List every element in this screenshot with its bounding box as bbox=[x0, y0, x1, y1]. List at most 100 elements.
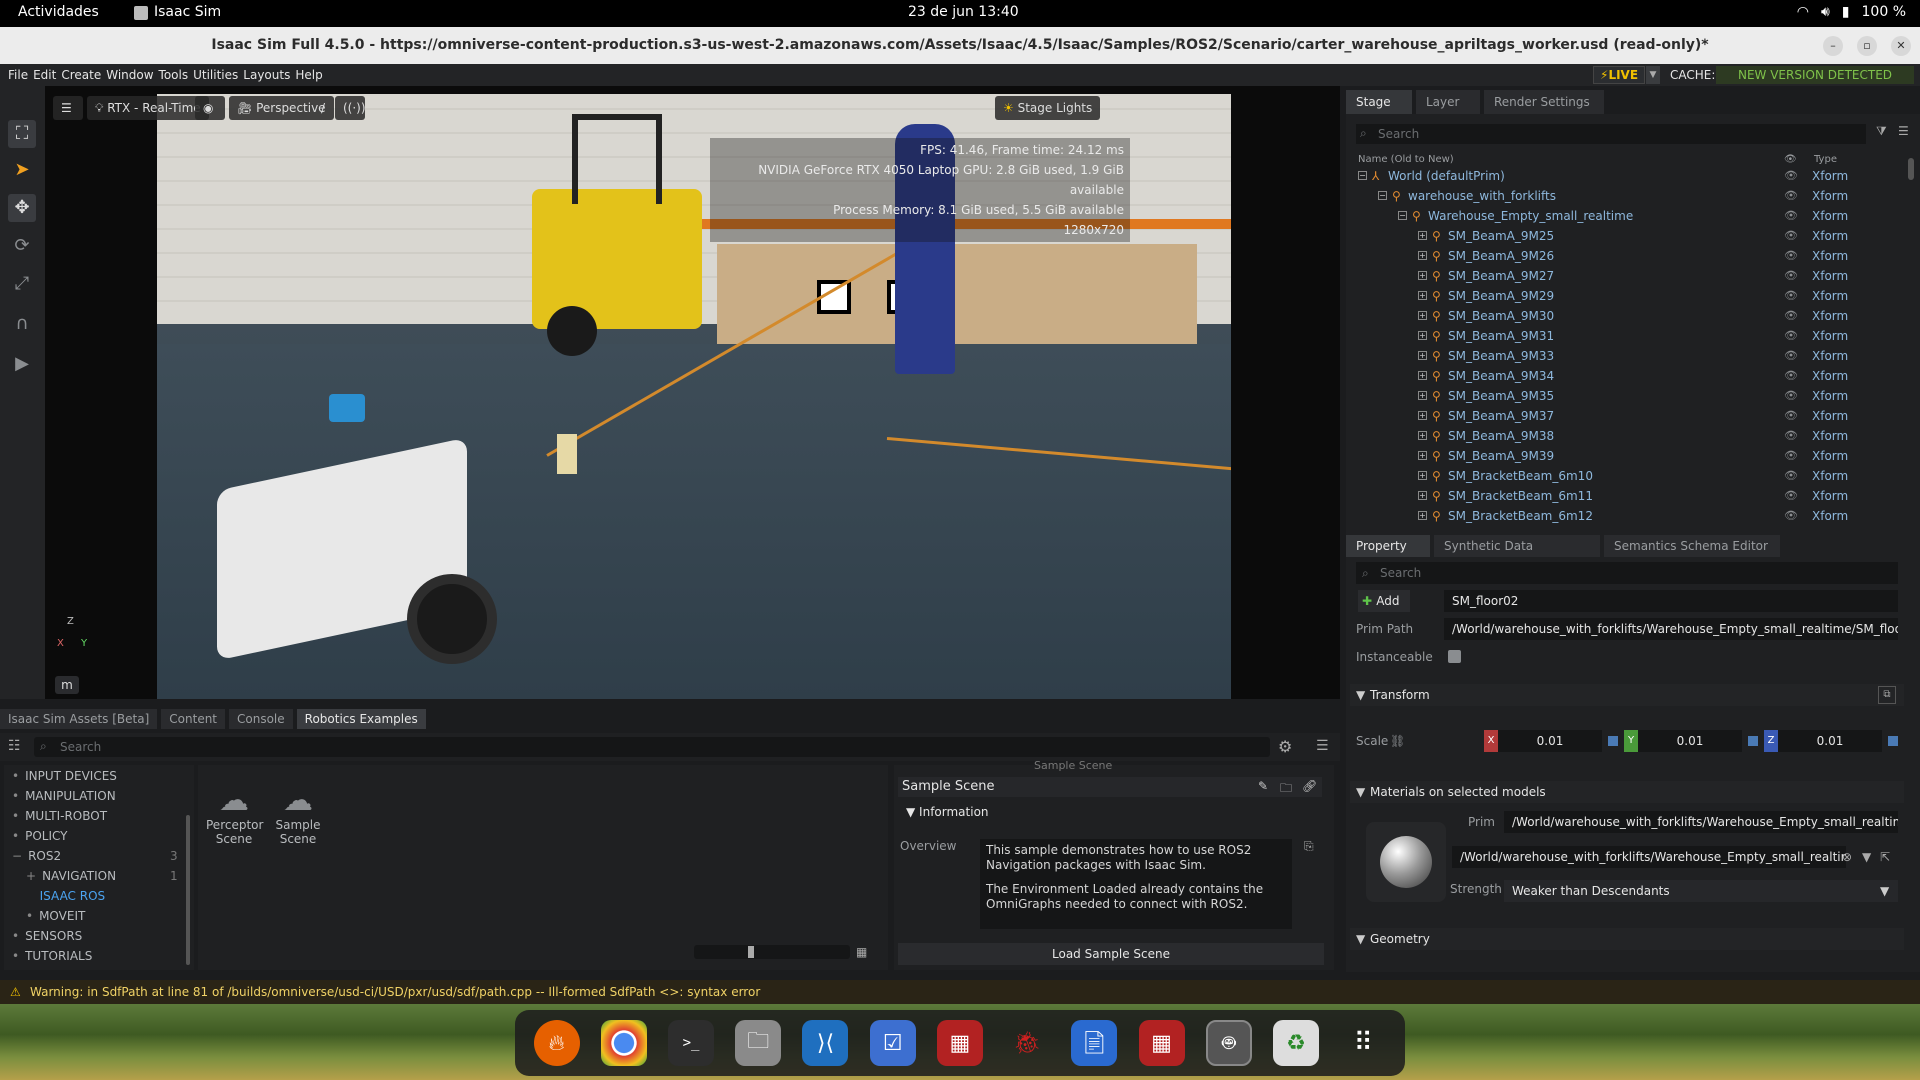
grid-view-icon[interactable]: ▦ bbox=[856, 945, 867, 959]
tab-semantics-schema-editor[interactable]: Semantics Schema Editor bbox=[1604, 535, 1780, 557]
tree-expander-icon[interactable]: • bbox=[12, 809, 19, 823]
scale-z-key[interactable] bbox=[1888, 736, 1898, 746]
activities-button[interactable]: Actividades bbox=[18, 4, 99, 20]
visibility-eye-icon[interactable]: 👁︎ bbox=[1784, 446, 1798, 466]
tasks-icon[interactable]: ☑ bbox=[869, 1020, 916, 1066]
stage-col-name[interactable]: Name (Old to New) bbox=[1358, 154, 1454, 165]
transform-section[interactable]: Transform bbox=[1350, 684, 1904, 706]
expand-toggle-icon[interactable]: + bbox=[1418, 471, 1427, 480]
expand-toggle-icon[interactable]: + bbox=[1418, 331, 1427, 340]
scale-x-key[interactable] bbox=[1608, 736, 1618, 746]
visibility-eye-icon[interactable]: 👁︎ bbox=[1784, 406, 1798, 426]
stage-row[interactable]: + ⚲ SM_BracketBeam_6m10 👁︎ Xform bbox=[1352, 466, 1908, 486]
stage-row[interactable]: + ⚲ SM_BeamA_9M35 👁︎ Xform bbox=[1352, 386, 1908, 406]
render-mode-button[interactable]: 💡︎ RTX - Real-Time bbox=[87, 96, 209, 120]
materials-section[interactable]: Materials on selected models bbox=[1350, 781, 1904, 803]
scale-x-field[interactable]: 0.01 bbox=[1498, 730, 1602, 752]
tab-content[interactable]: Content bbox=[161, 709, 226, 729]
visibility-eye-icon[interactable]: 👁︎ bbox=[1784, 346, 1798, 366]
stage-row[interactable]: + ⚲ SM_BeamA_9M37 👁︎ Xform bbox=[1352, 406, 1908, 426]
sample-scene-item[interactable]: ☁ Sample Scene bbox=[270, 783, 326, 846]
tree-item[interactable]: • MOVEIT bbox=[26, 909, 85, 923]
scale-y-field[interactable]: 0.01 bbox=[1638, 730, 1742, 752]
visibility-eye-icon[interactable]: 👁︎ bbox=[1784, 486, 1798, 506]
minimize-button[interactable]: – bbox=[1823, 36, 1843, 56]
link-icon[interactable]: 🔗︎ bbox=[1302, 779, 1317, 793]
expand-toggle-icon[interactable]: + bbox=[1418, 251, 1427, 260]
tree-item[interactable]: + NAVIGATION 1 bbox=[26, 869, 178, 883]
visibility-eye-icon[interactable]: 👁︎ bbox=[1784, 286, 1798, 306]
information-section[interactable]: ▼ Information bbox=[906, 805, 989, 819]
stage-scrollbar[interactable] bbox=[1908, 158, 1914, 180]
tree-item[interactable]: • MULTI-ROBOT bbox=[12, 809, 107, 823]
property-search-input[interactable]: Search bbox=[1356, 562, 1898, 584]
stage-row[interactable]: − ⅄ World (defaultPrim) 👁︎ Xform bbox=[1352, 166, 1908, 186]
expand-toggle-icon[interactable]: + bbox=[1418, 491, 1427, 500]
visibility-eye-icon[interactable]: 👁︎ bbox=[1784, 386, 1798, 406]
tree-item[interactable]: • SENSORS bbox=[12, 929, 82, 943]
viewport-settings-icon[interactable]: ☰ bbox=[53, 96, 83, 120]
play-icon[interactable]: ▶ bbox=[8, 350, 36, 378]
vscode-icon[interactable]: ⟩⟨ bbox=[802, 1020, 849, 1066]
tree-scrollbar[interactable] bbox=[186, 815, 190, 965]
app-grid-icon[interactable]: ⠿ bbox=[1340, 1020, 1386, 1066]
isaac-sim-icon[interactable]: 🤖︎ bbox=[1205, 1020, 1252, 1066]
geometry-section[interactable]: Geometry bbox=[1350, 928, 1904, 950]
tab-property[interactable]: Property bbox=[1346, 535, 1430, 557]
stage-col-type[interactable]: Type bbox=[1814, 154, 1837, 165]
tree-expander-icon[interactable]: • bbox=[12, 949, 19, 963]
tree-item[interactable]: • MANIPULATION bbox=[12, 789, 116, 803]
expand-toggle-icon[interactable]: − bbox=[1358, 171, 1367, 180]
expand-toggle-icon[interactable]: + bbox=[1418, 391, 1427, 400]
prim-name-field[interactable]: SM_floor02 bbox=[1444, 590, 1898, 612]
stage-row[interactable]: + ⚲ SM_BeamA_9M25 👁︎ Xform bbox=[1352, 226, 1908, 246]
isaac-launcher-icon[interactable]: ▦ bbox=[936, 1020, 983, 1066]
perceptor-scene-item[interactable]: ☁ Perceptor Scene bbox=[206, 783, 263, 846]
visibility-eye-icon[interactable]: 👁︎ bbox=[1784, 466, 1798, 486]
visibility-eye-icon[interactable]: 👁︎ bbox=[1784, 226, 1798, 246]
tab-synthetic-data-recorder[interactable]: Synthetic Data Recorder bbox=[1434, 535, 1600, 575]
tree-expander-icon[interactable]: • bbox=[12, 789, 19, 803]
examples-search-input[interactable]: Search bbox=[34, 737, 1270, 757]
tree-expander-icon[interactable]: + bbox=[26, 869, 36, 883]
visibility-eye-icon[interactable]: 👁︎ bbox=[1784, 266, 1798, 286]
menu-create[interactable]: Create bbox=[61, 68, 101, 82]
tab-isaac-sim-assets[interactable]: Isaac Sim Assets [Beta] bbox=[0, 709, 158, 729]
copy-icon[interactable]: ⎘ bbox=[1304, 839, 1314, 854]
tree-expander-icon[interactable]: • bbox=[12, 769, 19, 783]
visibility-eye-icon[interactable]: 👁︎ bbox=[1784, 506, 1798, 526]
stage-options-icon[interactable]: ☰ bbox=[1898, 124, 1909, 138]
visibility-eye-icon[interactable]: 👁︎ bbox=[1784, 306, 1798, 326]
maximize-button[interactable]: ▫ bbox=[1857, 36, 1877, 56]
select-arrow-icon[interactable]: ➤ bbox=[8, 156, 36, 184]
menu-tools[interactable]: Tools bbox=[159, 68, 189, 82]
visibility-eye-icon[interactable]: 👁︎ bbox=[1784, 186, 1798, 206]
move-tool-icon[interactable]: ✥ bbox=[8, 194, 36, 222]
visibility-eye-icon[interactable]: 👁︎ bbox=[1784, 246, 1798, 266]
expand-toggle-icon[interactable]: + bbox=[1418, 311, 1427, 320]
close-button[interactable]: ✕ bbox=[1891, 36, 1911, 56]
stage-lights-button[interactable]: ☀ Stage Lights bbox=[995, 96, 1101, 120]
live-button[interactable]: ⚡LIVE bbox=[1593, 66, 1645, 84]
select-mode-icon[interactable]: ⛶ bbox=[8, 120, 36, 148]
material-path-field[interactable]: /World/warehouse_with_forklifts/Warehous… bbox=[1452, 846, 1846, 868]
tree-expander-icon[interactable]: − bbox=[12, 849, 22, 863]
menu-help[interactable]: Help bbox=[295, 68, 322, 82]
visibility-eye-icon[interactable]: 👁︎ bbox=[1784, 206, 1798, 226]
stage-row[interactable]: + ⚲ SM_BeamA_9M26 👁︎ Xform bbox=[1352, 246, 1908, 266]
visibility-eye-icon[interactable]: 👁︎ bbox=[1784, 366, 1798, 386]
settings-gear-icon[interactable]: ⚙ bbox=[1278, 737, 1292, 756]
expand-toggle-icon[interactable]: + bbox=[1418, 411, 1427, 420]
folder-icon[interactable]: 🗀 bbox=[1280, 779, 1292, 800]
instanceable-checkbox[interactable] bbox=[1448, 650, 1461, 663]
menu-layouts[interactable]: Layouts bbox=[243, 68, 290, 82]
tree-expander-icon[interactable]: • bbox=[12, 929, 19, 943]
stage-row[interactable]: + ⚲ SM_BeamA_9M29 👁︎ Xform bbox=[1352, 286, 1908, 306]
clear-icon[interactable]: ⊗ bbox=[1842, 850, 1852, 864]
scale-tool-icon[interactable]: ⤢ bbox=[8, 270, 36, 298]
viewport[interactable]: ☰ 💡︎ RTX - Real-Time ◉ 🎥︎ Perspective / … bbox=[45, 86, 1340, 699]
stage-row[interactable]: + ⚲ SM_BeamA_9M27 👁︎ Xform bbox=[1352, 266, 1908, 286]
tab-robotics-examples[interactable]: Robotics Examples bbox=[296, 709, 426, 729]
stage-row[interactable]: + ⚲ SM_BeamA_9M39 👁︎ Xform bbox=[1352, 446, 1908, 466]
expand-toggle-icon[interactable]: + bbox=[1418, 371, 1427, 380]
